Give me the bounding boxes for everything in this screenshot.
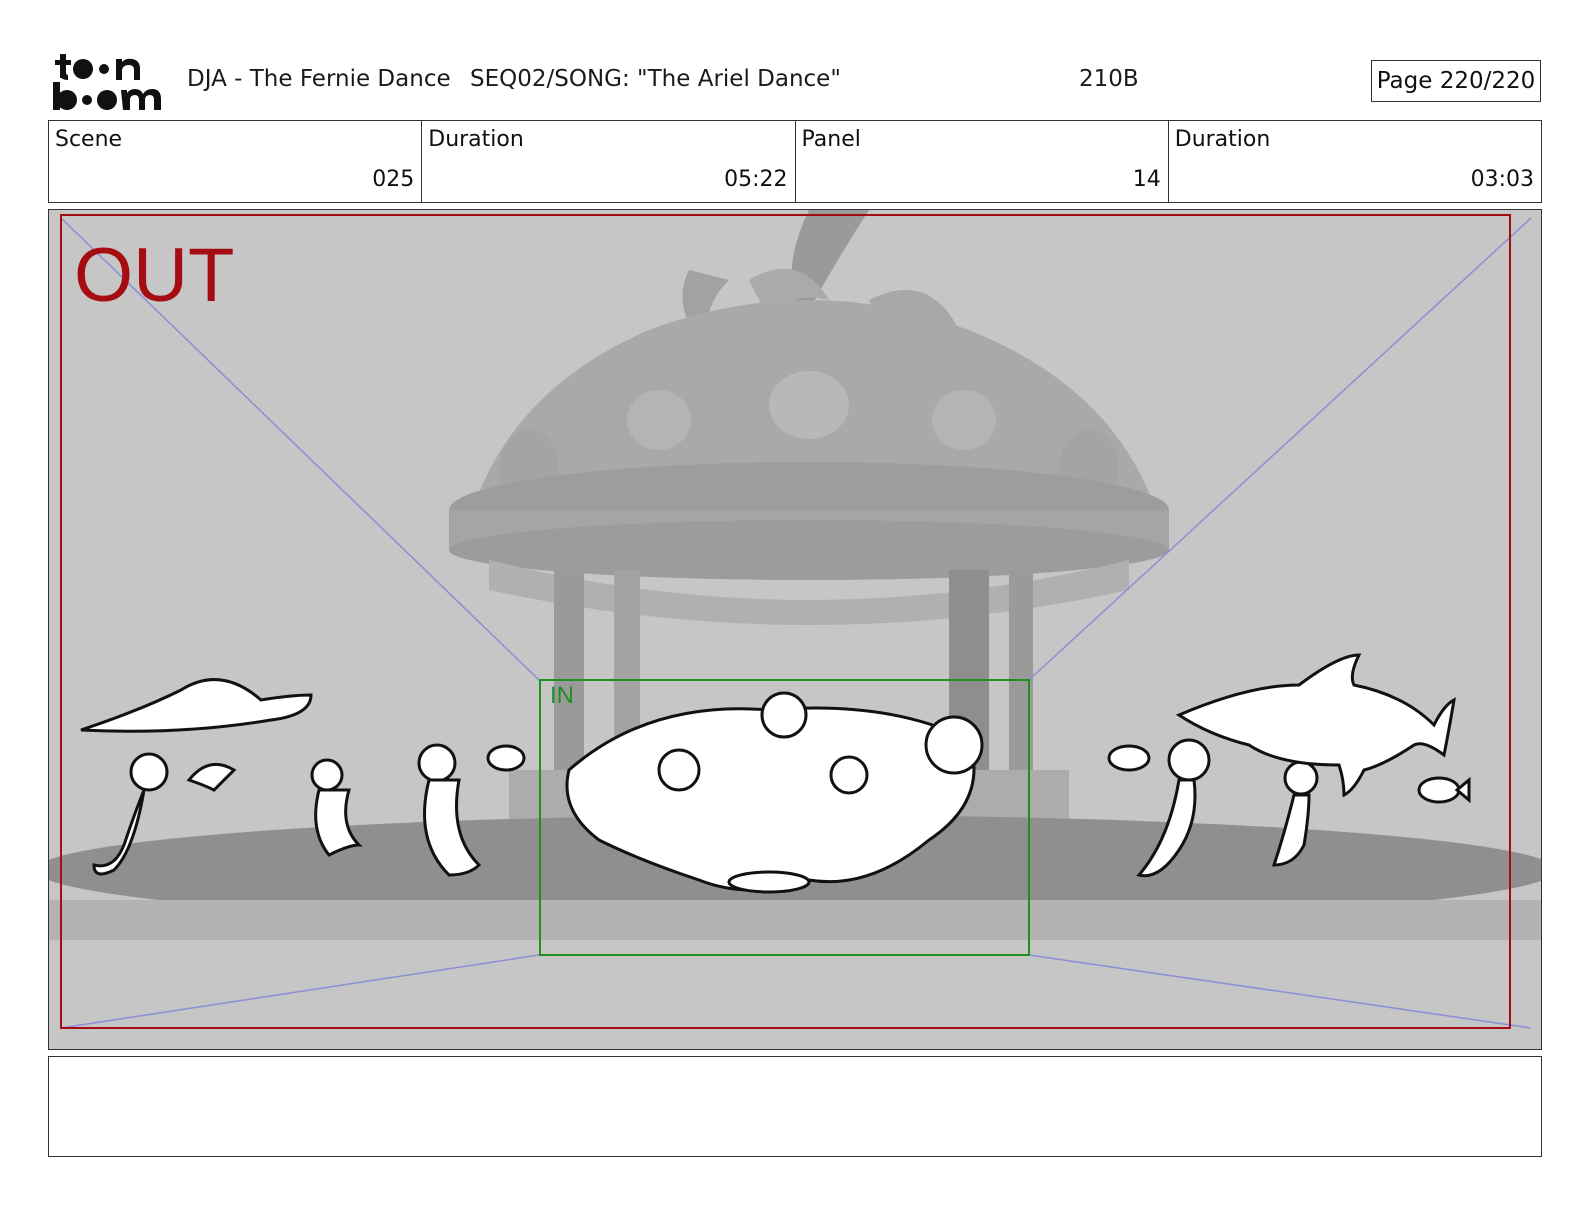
panel-duration-value: 03:03 [1470, 167, 1534, 192]
scene-duration-label: Duration [428, 127, 524, 152]
out-frame-label: OUT [74, 233, 235, 318]
panel-duration-cell: Duration 03:03 [1169, 121, 1541, 202]
scene-label: Scene [55, 127, 123, 152]
panel-value: 14 [1132, 167, 1161, 192]
project-title: DJA - The Fernie Dance [187, 66, 451, 92]
scene-cell: Scene 025 [49, 121, 423, 202]
scene-info-grid: Scene 025 Duration 05:22 Panel 14 Durati… [48, 120, 1542, 203]
shot-code: 210B [1079, 66, 1139, 92]
scene-duration-cell: Duration 05:22 [422, 121, 796, 202]
in-frame-label: IN [550, 682, 574, 709]
panel-artwork [49, 210, 1541, 1049]
panel-duration-label: Duration [1174, 127, 1271, 152]
panel-label: Panel [801, 127, 861, 152]
sequence-title: SEQ02/SONG: "The Ariel Dance" [470, 66, 841, 92]
page-number: Page 220/220 [1371, 60, 1541, 102]
panel-cell: Panel 14 [796, 121, 1169, 202]
scene-value: 025 [372, 167, 415, 192]
storyboard-panel: OUT IN [48, 209, 1542, 1050]
notes-area [48, 1056, 1542, 1157]
scene-duration-value: 05:22 [724, 167, 788, 192]
toon-boom-logo [53, 54, 161, 110]
